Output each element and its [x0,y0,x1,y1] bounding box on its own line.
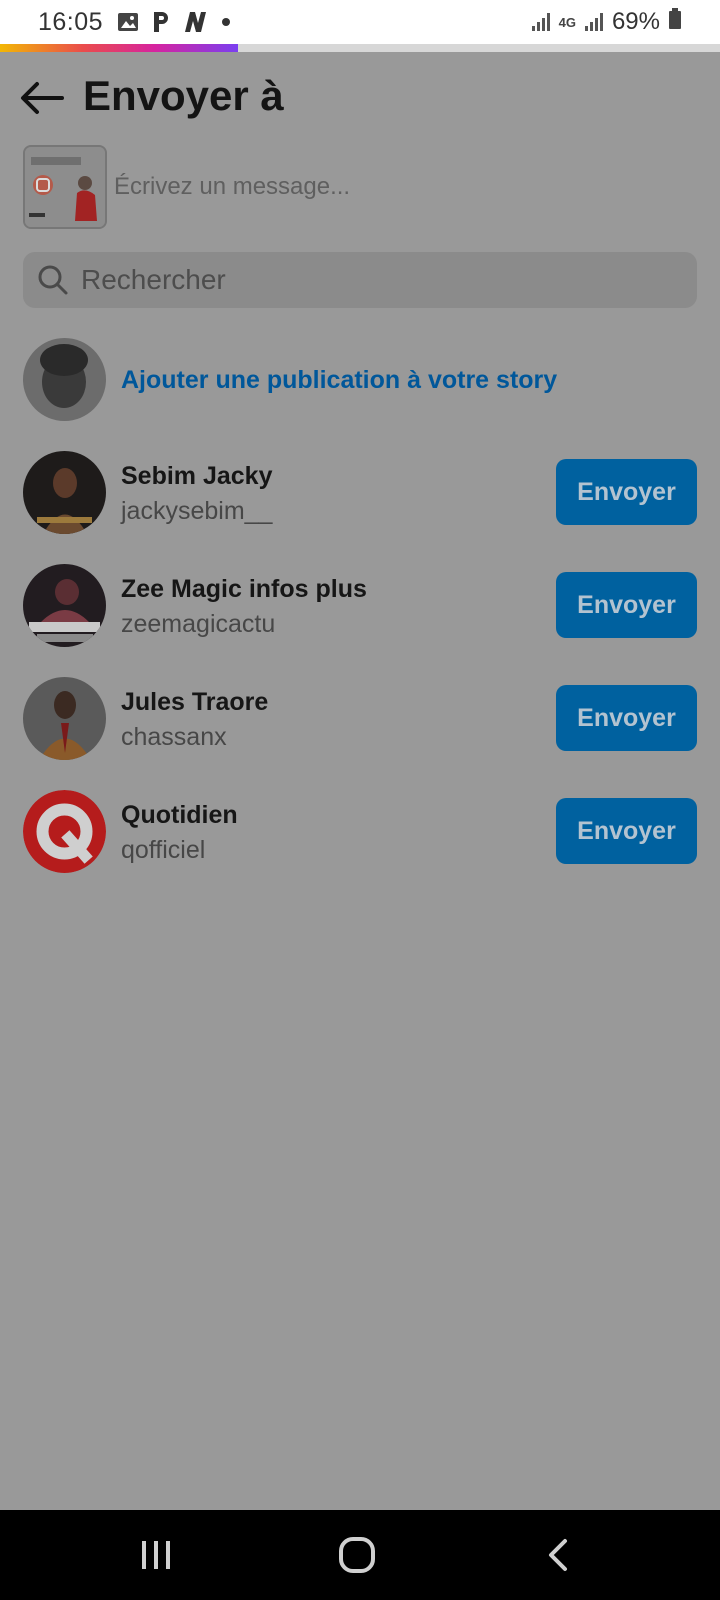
recipient-text: Quotidien qofficiel [121,798,238,868]
list-item: Zee Magic infos plus zeemagicactu Envoye… [0,562,720,675]
add-to-story-label: Ajouter une publication à votre story [121,366,558,394]
send-button[interactable]: Envoyer [556,459,697,525]
search-icon [38,265,68,295]
quotidien-logo [23,790,106,873]
recipient-username: zeemagicactu [121,610,276,638]
upload-progress [0,44,720,52]
recipient-name: Zee Magic infos plus [121,575,367,603]
header: Envoyer à [0,62,720,134]
add-to-story-row[interactable]: Ajouter une publication à votre story [0,336,720,449]
battery-percent: 69% [611,8,660,35]
dot-icon [221,17,231,27]
list-item: Jules Traore chassanx Envoyer [0,675,720,788]
arrow-left-icon [21,82,64,114]
recipient-username: jackysebim__ [121,497,273,525]
recipient-list: Ajouter une publication à votre story Se… [0,336,720,901]
list-item: Quotidien qofficiel Envoyer [0,788,720,901]
home-button[interactable] [327,1530,387,1580]
recipient-text: Jules Traore chassanx [121,685,268,755]
avatar [23,338,106,421]
send-button[interactable]: Envoyer [556,572,697,638]
recent-apps-icon [142,1541,170,1569]
send-button[interactable]: Envoyer [556,798,697,864]
recipient-text: Sebim Jacky jackysebim__ [121,459,273,529]
notification-icons [117,10,231,34]
recipient-username: qofficiel [121,836,206,864]
message-input[interactable] [114,167,674,207]
back-nav-icon [549,1539,567,1571]
recipient-name: Jules Traore [121,688,269,716]
recipient-name: Sebim Jacky [121,462,273,490]
avatar [23,451,106,534]
avatar [23,677,106,760]
battery-icon [668,7,682,37]
compose-row [0,145,720,231]
home-icon [339,1537,375,1573]
avatar [23,564,106,647]
back-nav-button[interactable] [528,1530,588,1580]
system-nav-bar [0,1510,720,1600]
n-app-icon [183,11,209,33]
list-item: Sebim Jacky jackysebim__ Envoyer [0,449,720,562]
recipient-text: Zee Magic infos plus zeemagicactu [121,572,367,642]
recipient-name: Quotidien [121,801,238,829]
network-type: 4G [558,14,576,30]
back-button[interactable] [18,74,66,122]
send-button[interactable]: Envoyer [556,685,697,751]
post-thumbnail [23,145,107,229]
status-bar: 16:05 4G 69% [0,0,720,44]
recent-apps-button[interactable] [126,1530,186,1580]
recipient-username: chassanx [121,723,227,751]
status-right: 4G 69% [531,7,682,37]
upload-progress-fill [0,44,238,52]
signal-icon [531,12,551,32]
signal-icon-2 [584,12,604,32]
search-box[interactable] [23,252,697,308]
page-title: Envoyer à [83,72,284,119]
p-app-icon [151,10,171,34]
status-time: 16:05 [38,7,104,36]
image-icon [117,12,139,32]
search-input[interactable] [81,264,697,296]
